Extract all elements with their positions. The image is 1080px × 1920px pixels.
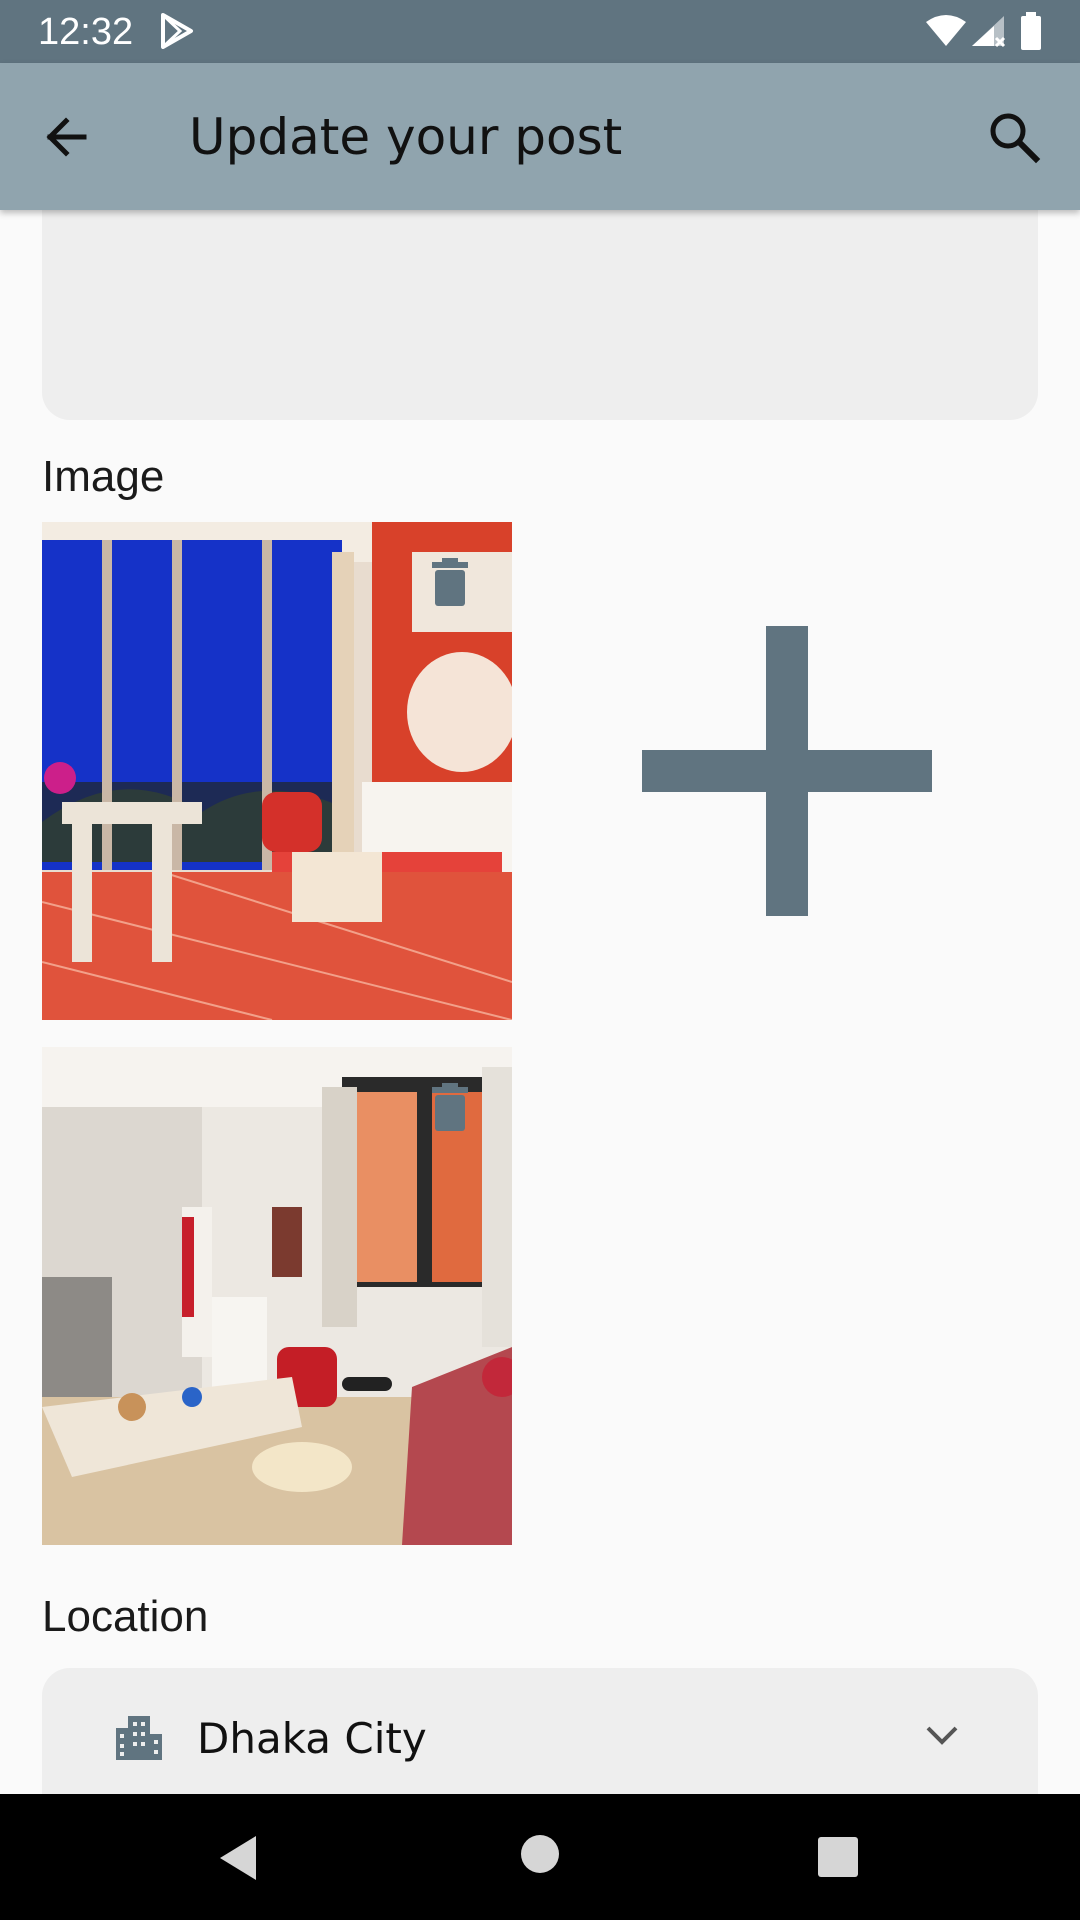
add-image-button[interactable] bbox=[642, 626, 932, 916]
chevron-down-icon bbox=[926, 1726, 958, 1745]
navigation-bar bbox=[0, 1794, 1080, 1920]
delete-icon[interactable] bbox=[432, 1083, 468, 1131]
search-button[interactable] bbox=[984, 107, 1044, 167]
play-store-icon bbox=[161, 13, 193, 49]
nav-back-icon[interactable] bbox=[216, 1834, 260, 1882]
status-bar: 12:32 bbox=[0, 0, 1080, 63]
app-bar: Update your post bbox=[0, 63, 1080, 210]
page-title: Update your post bbox=[189, 108, 623, 166]
nav-recents-icon[interactable] bbox=[817, 1836, 859, 1878]
wifi-icon bbox=[926, 15, 966, 46]
back-button[interactable] bbox=[38, 107, 108, 167]
location-dropdown[interactable]: Dhaka City bbox=[42, 1668, 1038, 1808]
delete-icon[interactable] bbox=[432, 558, 468, 606]
search-icon bbox=[990, 113, 1041, 164]
nav-home-icon[interactable] bbox=[520, 1834, 560, 1874]
city-icon bbox=[116, 1716, 162, 1760]
status-time: 12:32 bbox=[38, 11, 134, 53]
arrow-back-icon bbox=[46, 117, 87, 157]
battery-icon bbox=[1021, 12, 1041, 50]
image-section-label: Image bbox=[42, 452, 165, 501]
plus-icon bbox=[642, 626, 932, 916]
signal-icon bbox=[972, 16, 1006, 48]
location-value: Dhaka City bbox=[197, 1714, 427, 1763]
living-room-photo[interactable] bbox=[42, 1047, 512, 1545]
hotel-bedroom-photo[interactable] bbox=[42, 522, 512, 1020]
location-section-label: Location bbox=[42, 1592, 209, 1641]
